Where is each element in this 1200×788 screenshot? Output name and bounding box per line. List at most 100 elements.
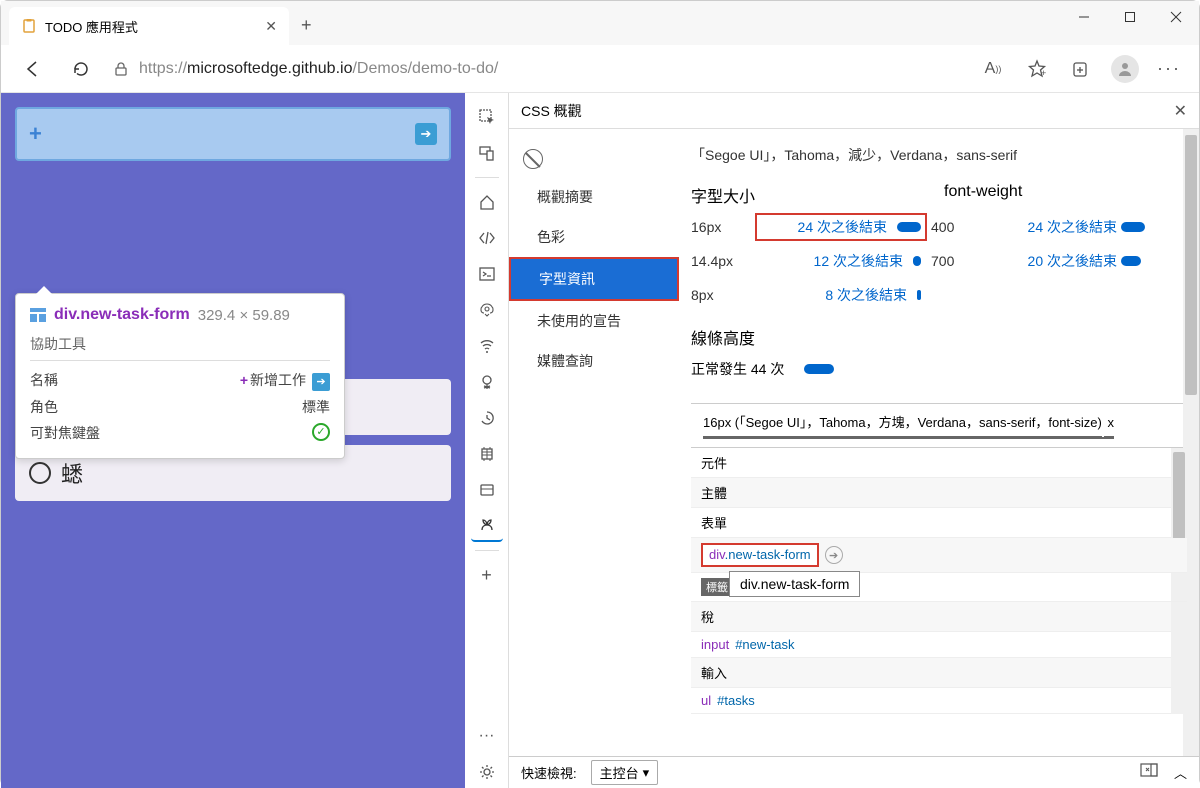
tooltip-role-value: 標準 xyxy=(302,397,330,417)
chevron-down-icon: ▾ xyxy=(643,765,650,781)
tooltip-focus-label: 可對焦鍵盤 xyxy=(30,423,100,443)
bar-icon xyxy=(897,222,921,232)
address-bar: https://microsoftedge.github.io/Demos/de… xyxy=(1,45,1199,93)
tab-title: TODO 應用程式 xyxy=(45,17,257,36)
bar-icon xyxy=(913,256,921,266)
maximize-button[interactable] xyxy=(1107,1,1153,33)
tooltip-a11y-label: 協助工具 xyxy=(30,334,330,354)
url-box[interactable]: https://microsoftedge.github.io/Demos/de… xyxy=(113,52,963,86)
close-window-button[interactable] xyxy=(1153,1,1199,33)
element-hover-tooltip: div.new-task-form xyxy=(729,571,860,597)
submit-arrow-icon[interactable]: ➔ xyxy=(415,123,437,145)
chevron-up-icon[interactable]: ︿ xyxy=(1174,763,1187,782)
network-icon[interactable] xyxy=(471,330,503,362)
application-icon[interactable] xyxy=(471,438,503,470)
font-size-label: 16px xyxy=(691,219,761,235)
devtools-close-icon[interactable]: ✕ xyxy=(1174,101,1187,121)
minimize-button[interactable] xyxy=(1061,1,1107,33)
browser-tab[interactable]: TODO 應用程式 ✕ xyxy=(9,7,289,45)
font-size-link[interactable]: 8 次之後結束 xyxy=(761,285,911,305)
device-icon[interactable] xyxy=(471,137,503,169)
font-weight-link[interactable]: 20 次之後結束 xyxy=(991,251,1121,271)
svg-text:+: + xyxy=(1041,68,1046,78)
collections-icon[interactable] xyxy=(1067,55,1095,83)
font-size-label: 8px xyxy=(691,287,761,303)
task-text: 蟋 xyxy=(61,457,83,489)
new-tab-button[interactable]: + xyxy=(289,7,324,44)
nav-unused[interactable]: 未使用的宣告 xyxy=(509,301,679,341)
new-task-form[interactable]: + ➔ xyxy=(15,107,451,161)
tooltip-role-label: 角色 xyxy=(30,397,58,417)
clear-icon[interactable] xyxy=(523,149,543,169)
menu-icon[interactable]: ··· xyxy=(1155,55,1183,83)
profile-avatar[interactable] xyxy=(1111,55,1139,83)
refresh-button[interactable] xyxy=(65,53,97,85)
sources-icon[interactable] xyxy=(471,294,503,326)
favorite-icon[interactable]: + xyxy=(1023,55,1051,83)
css-overview-nav: 概觀摘要 色彩 字型資訊 未使用的宣告 媒體查詢 xyxy=(509,129,679,756)
elements-tab[interactable]: 16px (「Segoe UI」，Tahoma，方塊，Verdana，sans-… xyxy=(691,404,1187,448)
welcome-icon[interactable] xyxy=(471,186,503,218)
goto-icon[interactable]: ➔ xyxy=(825,546,843,564)
element-row[interactable]: 主體 xyxy=(691,478,1187,508)
element-row[interactable]: ul#tasks xyxy=(691,688,1187,714)
font-size-heading: 字型大小 xyxy=(691,183,934,207)
nav-summary[interactable]: 概觀摘要 xyxy=(509,177,679,217)
read-aloud-icon[interactable]: A)) xyxy=(979,55,1007,83)
memory-icon[interactable] xyxy=(471,402,503,434)
nav-media[interactable]: 媒體查詢 xyxy=(509,341,679,381)
bar-icon xyxy=(1121,222,1145,232)
nav-fonts[interactable]: 字型資訊 xyxy=(509,257,679,301)
settings-icon[interactable] xyxy=(471,756,503,788)
dock-icon[interactable] xyxy=(1140,763,1158,782)
element-row[interactable]: div.new-task-form➔ xyxy=(691,538,1187,573)
add-tool-icon[interactable]: + xyxy=(471,559,503,591)
back-button[interactable] xyxy=(17,53,49,85)
font-weight-link[interactable]: 24 次之後結束 xyxy=(991,217,1121,237)
task-checkbox[interactable] xyxy=(29,462,51,484)
font-info-panel: 「Segoe UI」，Tahoma，減少，Verdana，sans-serif … xyxy=(679,129,1199,756)
console-icon[interactable] xyxy=(471,258,503,290)
font-weight-label: 700 xyxy=(921,253,991,269)
lock-icon xyxy=(113,61,129,77)
window-controls xyxy=(1061,1,1199,33)
tooltip-name-label: 名稱 xyxy=(30,370,58,391)
devtools-sidebar: + ··· xyxy=(465,93,509,788)
window-titlebar: TODO 應用程式 ✕ + xyxy=(1,1,1199,45)
devtools-footer: 快速檢視: 主控台 ▾ ︿ xyxy=(509,756,1199,788)
tooltip-dimensions: 329.4 × 59.89 xyxy=(198,307,290,324)
element-row[interactable]: input#new-task xyxy=(691,632,1187,658)
element-row[interactable]: 表單 xyxy=(691,508,1187,538)
font-family-text: 「Segoe UI」，Tahoma，減少，Verdana，sans-serif xyxy=(691,145,1187,165)
footer-label: 快速檢視: xyxy=(521,763,577,782)
check-icon: ✓ xyxy=(312,423,330,441)
page-content: + ➔ div.new-task-form 329.4 × 59.89 協助工具… xyxy=(1,93,465,788)
elements-icon[interactable] xyxy=(471,222,503,254)
nav-colors[interactable]: 色彩 xyxy=(509,217,679,257)
element-row[interactable]: 稅 xyxy=(691,602,1187,632)
inspect-icon[interactable] xyxy=(471,101,503,133)
font-size-label: 14.4px xyxy=(691,253,761,269)
performance-icon[interactable] xyxy=(471,366,503,398)
css-overview-icon[interactable] xyxy=(471,510,503,542)
layout-icon xyxy=(30,308,46,322)
devtools: + ··· CSS 概觀 ✕ 概觀摘要 色彩 字型資訊 未使用的宣告 媒體查詢 xyxy=(465,93,1199,788)
clipboard-icon xyxy=(21,18,37,34)
elements-list: 元件主體表單div.new-task-form➔標籤div.new-task-f… xyxy=(691,448,1187,714)
element-row[interactable]: 輸入 xyxy=(691,658,1187,688)
element-inspect-tooltip: div.new-task-form 329.4 × 59.89 協助工具 名稱 … xyxy=(15,293,345,459)
security-icon[interactable] xyxy=(471,474,503,506)
footer-select[interactable]: 主控台 ▾ xyxy=(591,760,659,785)
elements-header: 元件 xyxy=(691,448,1187,478)
line-height-heading: 線條高度 xyxy=(691,325,1187,349)
line-height-text: 正常發生 44 次 xyxy=(691,359,784,379)
more-tools-icon[interactable]: ··· xyxy=(471,720,503,752)
tooltip-element-name: div.new-task-form xyxy=(54,306,190,324)
font-size-link[interactable]: 24 次之後結束 xyxy=(761,217,891,237)
font-weight-label: 400 xyxy=(921,219,991,235)
element-row[interactable]: 標籤div.new-task-form xyxy=(691,573,1187,602)
bar-icon xyxy=(1121,256,1141,266)
tab-close-icon[interactable]: ✕ xyxy=(265,18,277,35)
font-size-link[interactable]: 12 次之後結束 xyxy=(761,251,907,271)
line-height-bar xyxy=(804,364,834,374)
